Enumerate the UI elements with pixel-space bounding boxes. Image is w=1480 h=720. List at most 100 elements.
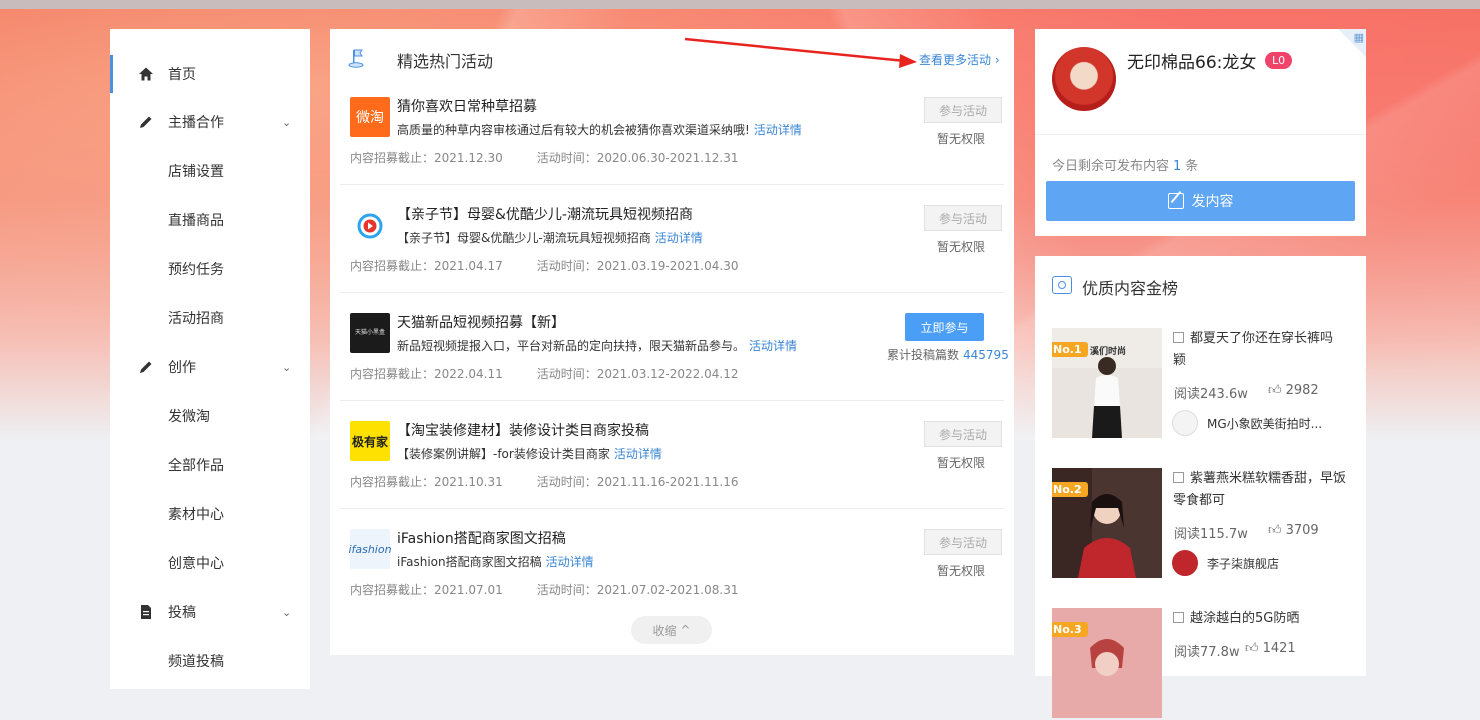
sidebar-item-home[interactable]: 首页	[110, 54, 310, 94]
activity-deadline: 内容招募截止：2022.04.11	[350, 367, 503, 381]
ranking-icon	[1052, 276, 1072, 294]
divider	[340, 184, 1004, 185]
join-activity-button[interactable]: 参与活动	[924, 97, 1002, 123]
activity-deadline: 内容招募截止：2021.04.17	[350, 259, 503, 273]
activity-title: 【淘宝装修建材】装修设计类目商家投稿	[397, 423, 649, 439]
activity-period: 活动时间：2020.06.30-2021.12.31	[536, 151, 739, 165]
qr-code-icon[interactable]: ▦	[1338, 29, 1366, 57]
divider	[340, 292, 1004, 293]
collapse-button[interactable]: 收缩 ^	[631, 616, 712, 644]
activity-detail-link[interactable]: 活动详情	[614, 447, 662, 461]
username: 无印棉品66:龙女	[1127, 53, 1257, 73]
activity-title: 猜你喜欢日常种草招募	[397, 99, 537, 115]
sidebar-item-live-goods[interactable]: 直播商品	[110, 200, 310, 240]
sidebar-item-channel-submit[interactable]: 频道投稿	[110, 641, 310, 681]
sidebar-item-material-center[interactable]: 素材中心	[110, 494, 310, 534]
chevron-up-icon: ^	[680, 623, 691, 637]
activity-desc: 新品短视频提报入口，平台对新品的定向扶持，限天猫新品参与。 活动详情	[397, 337, 797, 354]
rank-badge: No.1	[1052, 342, 1088, 357]
activity-period: 活动时间：2021.03.19-2021.04.30	[536, 259, 739, 273]
content-title: 紫薯燕米糕软糯香甜，早饭零食都可	[1173, 468, 1348, 512]
like-count: 👍︎ 3709	[1268, 523, 1319, 538]
read-count: 阅读77.8w	[1174, 645, 1240, 660]
rank-badge: No.2	[1052, 482, 1088, 497]
join-activity-button[interactable]: 参与活动	[924, 205, 1002, 231]
activity-meta: 内容招募截止：2021.12.30 活动时间：2020.06.30-2021.12…	[350, 149, 738, 166]
author-avatar	[1172, 550, 1198, 576]
author[interactable]: MG小象欧美街拍时...	[1172, 410, 1322, 436]
like-count: 👍︎ 2982	[1268, 383, 1319, 398]
sidebar-item-creative-center[interactable]: 创意中心	[110, 543, 310, 583]
publish-content-button[interactable]: 发内容	[1046, 181, 1355, 221]
chevron-down-icon: ⌄	[282, 360, 292, 374]
pencil-icon	[138, 359, 154, 375]
content-thumbnail[interactable]: No.3	[1052, 608, 1162, 718]
activity-desc-text: 【装修案例讲解】-for装修设计类目商家	[397, 447, 610, 461]
sidebar-item-post-weitao[interactable]: 发微淘	[110, 396, 310, 436]
activity-period: 活动时间：2021.07.02-2021.08.31	[536, 583, 739, 597]
sidebar: 首页 主播合作 ⌄ 店铺设置 直播商品 预约任务 活动招商 创作 ⌄ 发微淘 全…	[110, 29, 310, 689]
avatar[interactable]	[1052, 47, 1116, 111]
content-title: 都夏天了你还在穿长裤吗 颖	[1173, 328, 1348, 372]
permission-status: 暂无权限	[937, 132, 986, 146]
remaining-posts-label: 今日剩余可发布内容	[1052, 159, 1170, 174]
join-now-button[interactable]: 立即参与	[905, 313, 984, 341]
content-thumbnail[interactable]: No.2	[1052, 468, 1162, 578]
like-count-value: 3709	[1285, 523, 1319, 538]
submission-count-value: 445795	[963, 348, 1009, 362]
permission-status: 暂无权限	[937, 564, 986, 578]
activity-detail-link[interactable]: 活动详情	[754, 123, 802, 137]
activity-title: iFashion搭配商家图文招稿	[397, 531, 566, 547]
panel-title: 精选热门活动	[397, 52, 494, 71]
join-activity-button[interactable]: 参与活动	[924, 421, 1002, 447]
youku-logo-icon	[350, 206, 390, 246]
remaining-posts-count: 1	[1173, 159, 1182, 174]
sidebar-item-booking-tasks[interactable]: 预约任务	[110, 249, 310, 289]
activity-item: ifashion iFashion搭配商家图文招稿 iFashion搭配商家图文…	[340, 519, 1004, 627]
ranking-item[interactable]: No.2 紫薯燕米糕软糯香甜，早饭零食都可 阅读115.7w 👍︎ 3709 李子…	[1052, 468, 1352, 580]
join-activity-button[interactable]: 参与活动	[924, 529, 1002, 555]
sidebar-item-label: 投稿	[168, 605, 196, 621]
sidebar-item-label: 直播商品	[168, 213, 224, 229]
thumbs-up-icon: 👍︎	[1245, 641, 1259, 656]
activity-detail-link[interactable]: 活动详情	[655, 231, 703, 245]
chevron-down-icon: ⌄	[282, 115, 292, 129]
activity-title: 【亲子节】母婴&优酷少儿-潮流玩具短视频招商	[397, 207, 693, 223]
thumbnail-caption: 溪们时尚	[1090, 347, 1127, 357]
sidebar-item-label: 频道投稿	[168, 654, 224, 670]
activity-period: 活动时间：2021.03.12-2022.04.12	[536, 367, 739, 381]
like-count-value: 1421	[1262, 641, 1296, 656]
sidebar-item-shop-settings[interactable]: 店铺设置	[110, 151, 310, 191]
author-name: MG小象欧美街拍时...	[1207, 416, 1323, 431]
permission-status: 暂无权限	[937, 240, 986, 254]
content-thumbnail[interactable]: 溪们时尚 No.1	[1052, 328, 1162, 438]
home-icon	[138, 66, 154, 82]
sidebar-item-label: 创意中心	[168, 556, 224, 572]
sidebar-item-label: 店铺设置	[168, 164, 224, 180]
activity-meta: 内容招募截止：2021.10.31 活动时间：2021.11.16-2021.11…	[350, 473, 738, 490]
sidebar-item-create[interactable]: 创作 ⌄	[110, 347, 310, 387]
sidebar-item-all-works[interactable]: 全部作品	[110, 445, 310, 485]
sidebar-item-label: 主播合作	[168, 115, 224, 131]
content-title: 越涂越白的5G防晒	[1173, 608, 1348, 630]
activity-item: 天猫小黑盒 天猫新品短视频招募【新】 新品短视频提报入口，平台对新品的定向扶持，…	[340, 303, 1009, 411]
sidebar-item-anchor-coop[interactable]: 主播合作 ⌄	[110, 102, 310, 142]
ranking-item[interactable]: No.3 越涂越白的5G防晒 阅读77.8w 👍︎ 1421	[1052, 608, 1352, 720]
ranking-title: 优质内容金榜	[1082, 279, 1179, 298]
ranking-item[interactable]: 溪们时尚 No.1 都夏天了你还在穿长裤吗 颖 阅读243.6w 👍︎ 2982 …	[1052, 328, 1352, 440]
activity-detail-link[interactable]: 活动详情	[749, 339, 797, 353]
sidebar-item-submit[interactable]: 投稿 ⌄	[110, 592, 310, 632]
activity-desc-text: 新品短视频提报入口，平台对新品的定向扶持，限天猫新品参与。	[397, 339, 746, 353]
divider	[340, 400, 1004, 401]
author[interactable]: 李子柒旗舰店	[1172, 550, 1279, 576]
activity-logo: 微淘	[350, 97, 390, 137]
activity-meta: 内容招募截止：2021.07.01 活动时间：2021.07.02-2021.08…	[350, 581, 738, 598]
more-activities-link[interactable]: 查看更多活动 ›	[919, 51, 1000, 68]
activity-detail-link[interactable]: 活动详情	[546, 555, 594, 569]
sidebar-item-event-recruit[interactable]: 活动招商	[110, 298, 310, 338]
author-name: 李子柒旗舰店	[1207, 556, 1280, 571]
activity-deadline: 内容招募截止：2021.12.30	[350, 151, 503, 165]
like-count-value: 2982	[1285, 383, 1319, 398]
content-title-text: 紫薯燕米糕软糯香甜，早饭零食都可	[1173, 471, 1347, 508]
activity-item: 【亲子节】母婴&优酷少儿-潮流玩具短视频招商 【亲子节】母婴&优酷少儿-潮流玩具…	[340, 195, 1004, 303]
